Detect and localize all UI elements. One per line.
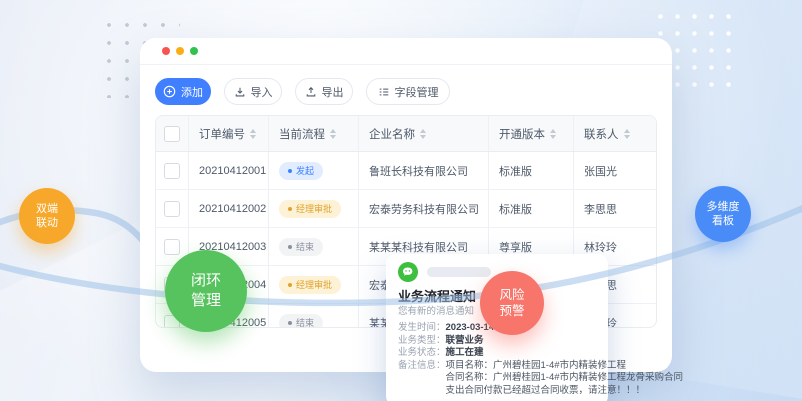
- wechat-icon: [398, 262, 418, 282]
- sort-icon[interactable]: [420, 129, 426, 139]
- field-label: 备注信息：: [398, 360, 446, 398]
- badge-line: 多维度: [707, 200, 740, 214]
- notification-source-placeholder: [427, 267, 491, 277]
- feature-badge-dual-link: 双端 联动: [19, 188, 75, 244]
- feature-badge-risk-warning: 风险 预警: [480, 271, 544, 335]
- cell-current-flow: 结束: [269, 304, 359, 328]
- table-header-row: 订单编号 当前流程 企业名称 开通版本 联系人: [156, 116, 656, 152]
- close-window-button[interactable]: [162, 47, 170, 55]
- notification-field-remark: 备注信息： 项目名称：广州碧桂园1-4#市内精装修工程 合同名称：广州碧桂园1-…: [398, 360, 596, 398]
- cell-company-name: 宏泰劳务科技有限公司: [359, 190, 489, 227]
- field-label: 业务类型：: [398, 335, 446, 348]
- import-button[interactable]: 导入: [224, 78, 282, 105]
- sort-icon[interactable]: [330, 129, 336, 139]
- header-label: 企业名称: [369, 126, 415, 142]
- cell-order-number: 20210412001: [189, 152, 269, 189]
- upload-icon: [305, 86, 317, 98]
- remark-line: 项目名称：广州碧桂园1-4#市内精装修工程: [446, 360, 684, 373]
- cell-current-flow: 结束: [269, 228, 359, 265]
- row-checkbox[interactable]: [164, 239, 180, 255]
- field-label: 业务状态：: [398, 347, 446, 360]
- import-button-label: 导入: [251, 84, 273, 100]
- export-button-label: 导出: [322, 84, 344, 100]
- flow-status-label: 结束: [296, 240, 314, 253]
- export-button[interactable]: 导出: [295, 78, 353, 105]
- add-button-label: 添加: [181, 84, 203, 100]
- select-all-checkbox[interactable]: [164, 126, 180, 142]
- flow-status-badge: 经理审批: [279, 276, 341, 294]
- header-company-name: 企业名称: [359, 116, 489, 151]
- header-order-number: 订单编号: [189, 116, 269, 151]
- maximize-window-button[interactable]: [190, 47, 198, 55]
- row-checkbox[interactable]: [164, 163, 180, 179]
- header-label: 订单编号: [199, 126, 245, 142]
- flow-status-label: 经理审批: [296, 202, 332, 215]
- flow-status-badge: 经理审批: [279, 200, 341, 218]
- window-controls: [162, 47, 198, 55]
- table-row: 20210412001 发起 鲁班长科技有限公司 标准版 张国光: [156, 152, 656, 190]
- flow-status-badge: 发起: [279, 162, 323, 180]
- sort-icon[interactable]: [624, 129, 630, 139]
- badge-line: 闭环: [191, 271, 221, 291]
- flow-status-label: 结束: [296, 316, 314, 328]
- cell-version: 标准版: [489, 190, 574, 227]
- sort-icon[interactable]: [550, 129, 556, 139]
- header-label: 当前流程: [279, 126, 325, 142]
- minimize-window-button[interactable]: [176, 47, 184, 55]
- field-value: 施工在建: [446, 347, 484, 360]
- cell-current-flow: 经理审批: [269, 266, 359, 303]
- badge-line: 风险: [499, 287, 524, 303]
- toolbar: 添加 导入 导出 字段管理: [155, 78, 450, 105]
- download-icon: [234, 86, 246, 98]
- header-contact: 联系人: [574, 116, 656, 151]
- row-checkbox[interactable]: [164, 201, 180, 217]
- header-current-flow: 当前流程: [269, 116, 359, 151]
- badge-line: 管理: [191, 291, 221, 311]
- header-label: 联系人: [584, 126, 619, 142]
- flow-status-badge: 结束: [279, 314, 323, 329]
- cell-contact: 李思思: [574, 190, 656, 227]
- remark-line: 支出合同付款已经超过合同收票，请注意！！！: [446, 385, 684, 398]
- cell-order-number: 20210412002: [189, 190, 269, 227]
- cell-contact: 张国光: [574, 152, 656, 189]
- field-manage-button-label: 字段管理: [395, 84, 439, 100]
- remark-line: 合同名称：广州碧桂园1-4#市内精装修工程龙骨采购合同: [446, 372, 684, 385]
- feature-badge-dashboard: 多维度 看板: [695, 186, 751, 242]
- titlebar-divider: [140, 64, 672, 65]
- flow-status-label: 发起: [296, 164, 314, 177]
- badge-line: 双端: [36, 202, 58, 216]
- badge-line: 联动: [36, 216, 58, 230]
- header-label: 开通版本: [499, 126, 545, 142]
- remark-lines: 项目名称：广州碧桂园1-4#市内精装修工程 合同名称：广州碧桂园1-4#市内精装…: [446, 360, 684, 398]
- cell-current-flow: 发起: [269, 152, 359, 189]
- table-row: 20210412002 经理审批 宏泰劳务科技有限公司 标准版 李思思: [156, 190, 656, 228]
- sort-icon[interactable]: [250, 129, 256, 139]
- field-value: 联营业务: [446, 335, 484, 348]
- feature-badge-closed-loop: 闭环 管理: [165, 250, 247, 332]
- cell-version: 标准版: [489, 152, 574, 189]
- notification-field-type: 业务类型： 联营业务: [398, 335, 596, 348]
- badge-line: 预警: [499, 303, 524, 319]
- notification-field-status: 业务状态： 施工在建: [398, 347, 596, 360]
- field-manage-button[interactable]: 字段管理: [366, 78, 450, 105]
- add-button[interactable]: 添加: [155, 78, 211, 105]
- cell-current-flow: 经理审批: [269, 190, 359, 227]
- header-version: 开通版本: [489, 116, 574, 151]
- flow-status-label: 经理审批: [296, 278, 332, 291]
- list-settings-icon: [378, 86, 390, 98]
- cell-company-name: 鲁班长科技有限公司: [359, 152, 489, 189]
- flow-status-badge: 结束: [279, 238, 323, 256]
- field-label: 发生时间：: [398, 322, 446, 335]
- plus-circle-icon: [163, 85, 176, 98]
- badge-line: 看板: [712, 214, 734, 228]
- landing-illustration: 添加 导入 导出 字段管理: [0, 0, 802, 401]
